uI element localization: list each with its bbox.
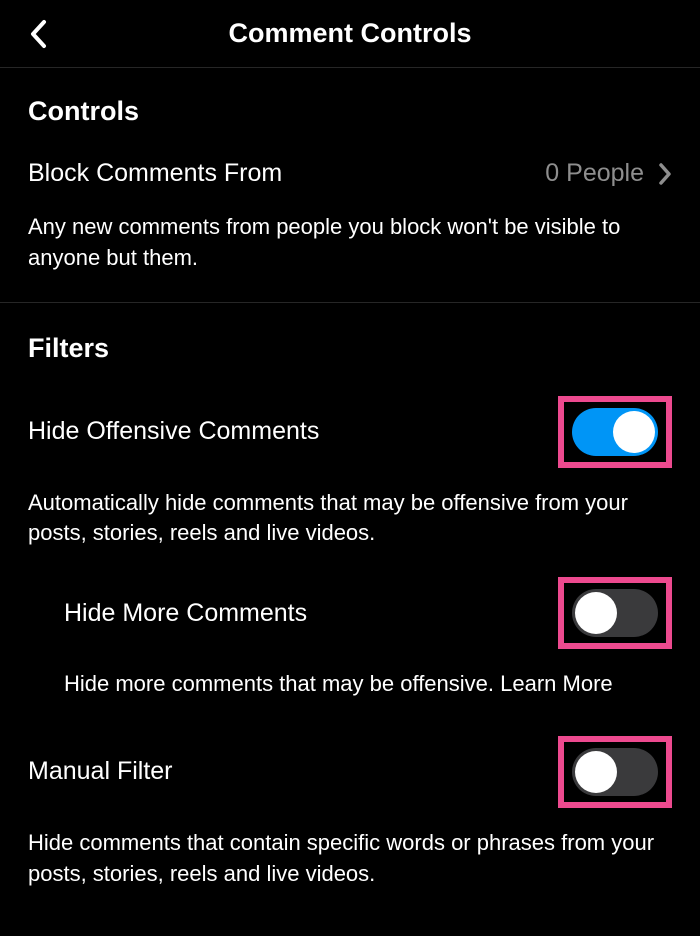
header: Comment Controls xyxy=(0,0,700,68)
block-comments-value-wrap: 0 People xyxy=(545,159,672,188)
filters-section: Filters Hide Offensive Comments Automati… xyxy=(0,303,700,890)
hide-offensive-label: Hide Offensive Comments xyxy=(28,417,319,446)
controls-section-title: Controls xyxy=(28,96,672,127)
filters-section-title: Filters xyxy=(28,333,672,364)
block-comments-label: Block Comments From xyxy=(28,159,282,188)
hide-offensive-description: Automatically hide comments that may be … xyxy=(28,488,672,550)
manual-filter-row: Manual Filter xyxy=(28,736,672,808)
hide-more-label: Hide More Comments xyxy=(28,599,307,628)
block-comments-value: 0 People xyxy=(545,159,644,188)
hide-offensive-row: Hide Offensive Comments xyxy=(28,396,672,468)
manual-filter-toggle[interactable] xyxy=(572,748,658,796)
chevron-right-icon xyxy=(658,162,672,186)
hide-more-toggle-highlight xyxy=(558,577,672,649)
hide-offensive-toggle-highlight xyxy=(558,396,672,468)
controls-section: Controls Block Comments From 0 People An… xyxy=(0,68,700,274)
toggle-knob xyxy=(575,592,617,634)
hide-offensive-toggle[interactable] xyxy=(572,408,658,456)
hide-more-toggle[interactable] xyxy=(572,589,658,637)
manual-filter-description: Hide comments that contain specific word… xyxy=(28,828,672,890)
manual-filter-toggle-highlight xyxy=(558,736,672,808)
hide-more-row: Hide More Comments xyxy=(28,577,672,649)
toggle-knob xyxy=(613,411,655,453)
manual-filter-label: Manual Filter xyxy=(28,757,173,786)
hide-more-description: Hide more comments that may be offensive… xyxy=(28,669,672,700)
page-title: Comment Controls xyxy=(24,18,676,49)
hide-more-description-text: Hide more comments that may be offensive… xyxy=(64,671,500,696)
toggle-knob xyxy=(575,751,617,793)
block-comments-description: Any new comments from people you block w… xyxy=(28,212,672,274)
block-comments-row[interactable]: Block Comments From 0 People xyxy=(28,159,672,188)
learn-more-link[interactable]: Learn More xyxy=(500,671,613,696)
